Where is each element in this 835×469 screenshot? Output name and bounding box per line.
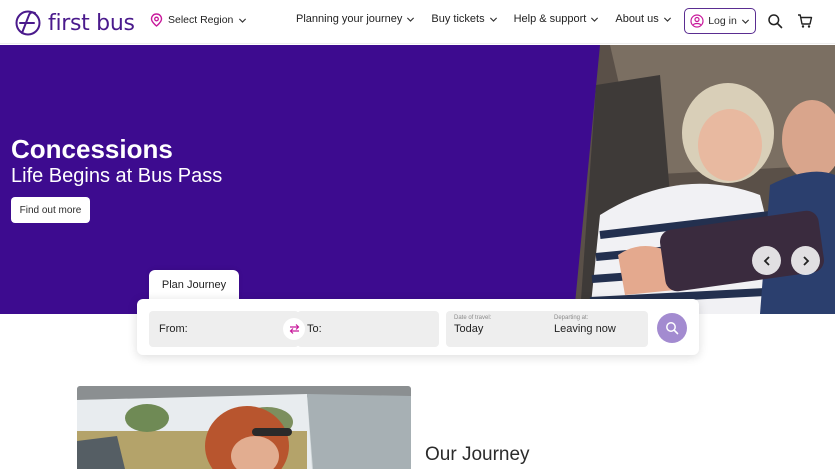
departing-at-value: Leaving now: [554, 323, 616, 335]
departing-at-label: Departing at:: [554, 315, 589, 321]
hero-banner: Concessions Life Begins at Bus Pass Find…: [0, 45, 835, 314]
first-bus-logo[interactable]: first bus: [14, 9, 135, 37]
select-region-label: Select Region: [168, 14, 234, 26]
swap-locations-button[interactable]: [283, 318, 305, 340]
feature-photo: [77, 386, 411, 469]
user-icon: [690, 14, 704, 28]
chevron-right-icon: [802, 255, 809, 266]
chevron-down-icon: [489, 16, 497, 22]
date-time-group: Date of travel: Today Departing at: Leav…: [446, 311, 648, 347]
nav-buy-tickets[interactable]: Buy tickets: [431, 13, 497, 25]
chevron-down-icon: [591, 16, 599, 22]
select-region-button[interactable]: Select Region: [150, 13, 247, 27]
carousel-next-button[interactable]: [791, 246, 820, 275]
nav-label: Help & support: [513, 13, 587, 25]
journey-search-button[interactable]: [657, 313, 687, 343]
nav-help-support[interactable]: Help & support: [514, 13, 600, 25]
nav-label: Buy tickets: [431, 13, 485, 25]
nav-label: About us: [615, 13, 659, 25]
hero-title: Concessions: [11, 134, 173, 164]
nav-label: Planning your journey: [296, 13, 403, 25]
to-field[interactable]: To:: [297, 311, 439, 347]
date-of-travel-label: Date of travel:: [454, 315, 492, 321]
nav-about-us[interactable]: About us: [615, 13, 671, 25]
site-header: first bus Select Region Planning your jo…: [0, 0, 835, 44]
our-journey-heading: Our Journey: [425, 444, 530, 465]
login-button[interactable]: Log in: [684, 8, 756, 34]
from-field[interactable]: From:: [149, 311, 299, 347]
logo-mark-icon: [15, 10, 41, 36]
chevron-down-icon: [663, 16, 671, 22]
chevron-left-icon: [763, 255, 770, 266]
carousel-prev-button[interactable]: [752, 246, 781, 275]
tab-plan-journey[interactable]: Plan Journey: [149, 270, 239, 300]
map-pin-icon: [150, 13, 163, 27]
cart-icon[interactable]: [797, 13, 813, 29]
departing-at-field[interactable]: Departing at: Leaving now: [554, 315, 616, 335]
find-out-more-button[interactable]: Find out more: [11, 197, 90, 223]
to-label: To:: [307, 323, 322, 335]
from-label: From:: [159, 323, 188, 335]
login-label: Log in: [708, 15, 737, 27]
search-icon[interactable]: [767, 13, 783, 29]
chevron-down-icon: [239, 17, 247, 23]
date-of-travel-field[interactable]: Date of travel: Today: [454, 315, 491, 335]
swap-arrows-icon: [289, 324, 299, 334]
date-of-travel-value: Today: [454, 323, 484, 335]
search-icon: [666, 322, 679, 335]
logo-text: first bus: [48, 10, 135, 36]
nav-planning-your-journey[interactable]: Planning your journey: [296, 13, 415, 25]
main-nav: Planning your journey Buy tickets Help &…: [296, 13, 672, 25]
chevron-down-icon: [407, 16, 415, 22]
hero-subtitle: Life Begins at Bus Pass: [11, 165, 223, 187]
our-journey-image: [77, 386, 411, 469]
chevron-down-icon: [741, 18, 749, 24]
